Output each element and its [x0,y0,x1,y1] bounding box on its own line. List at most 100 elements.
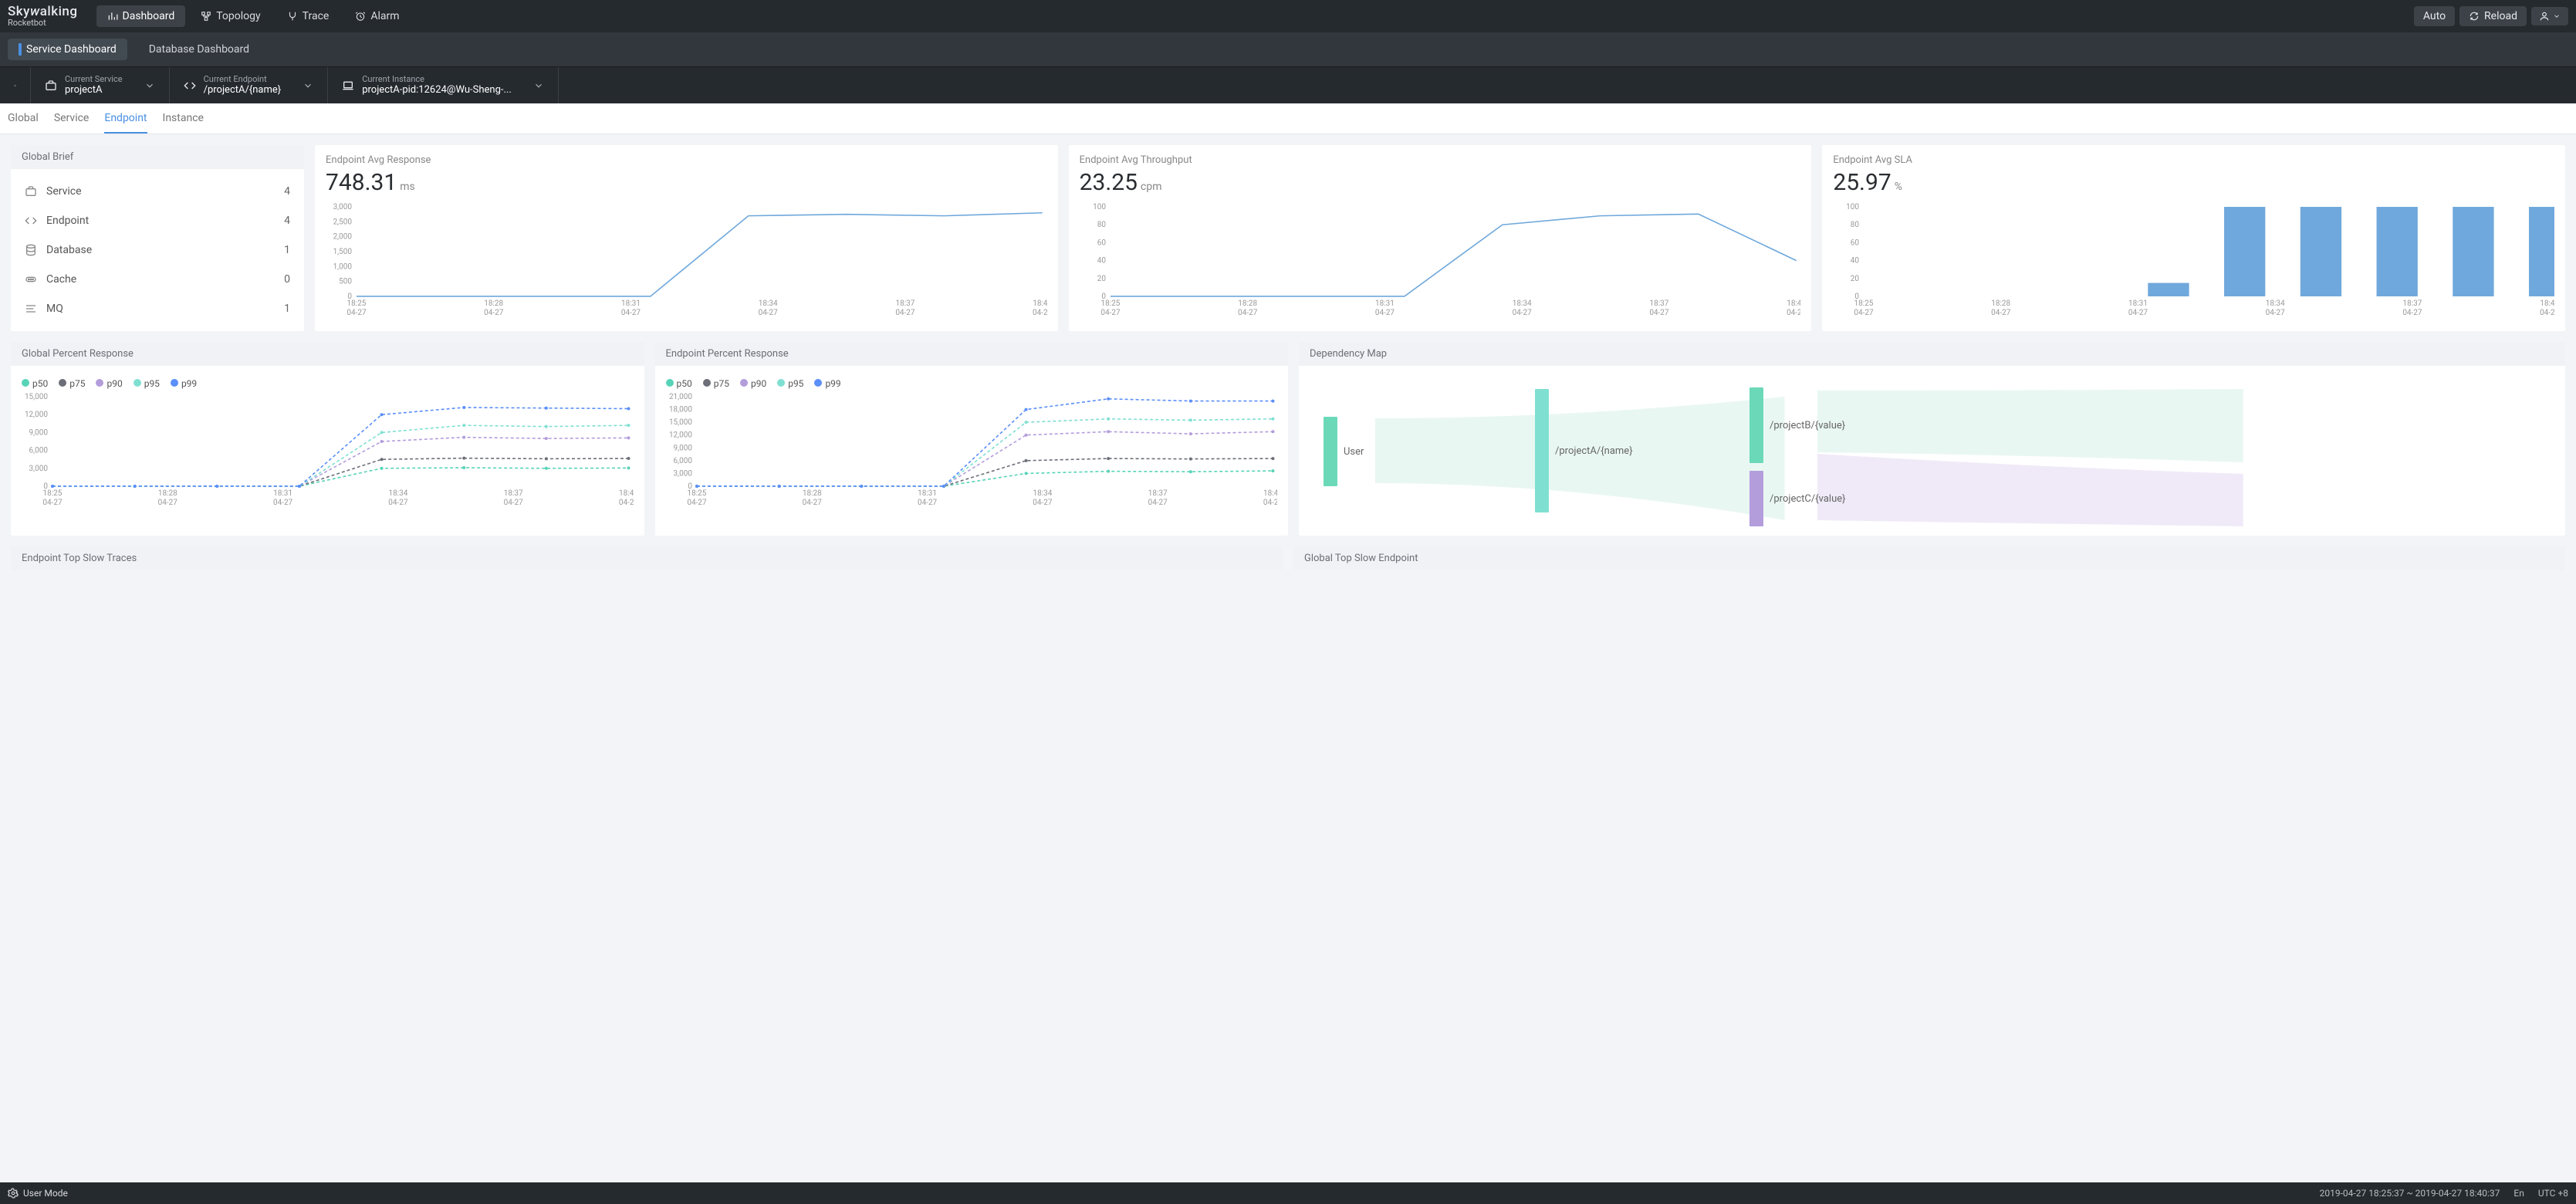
svg-text:18:34: 18:34 [759,299,778,308]
scope-tab-instance[interactable]: Instance [163,103,204,134]
nav-trace[interactable]: Trace [276,5,340,27]
footer-mode[interactable]: User Mode [23,1188,68,1199]
svg-text:500: 500 [339,278,352,286]
svg-text:18:34: 18:34 [1512,299,1531,308]
svg-text:15,000: 15,000 [25,393,48,401]
svg-text:18:40: 18:40 [1787,299,1800,308]
svg-text:04-27: 04-27 [1512,309,1532,317]
dep-node-projecta[interactable]: /projectA/{name} [1535,389,1633,512]
current-instance-selector[interactable]: Current Instance projectA-pid:12624@Wu-S… [328,67,559,103]
card-avg-response: Endpoint Avg Response 748.31 ms 05001,00… [315,145,1058,331]
brief-row-endpoint: Endpoint 4 [22,206,293,235]
svg-text:18:31: 18:31 [918,489,937,498]
scope-tab-endpoint[interactable]: Endpoint [104,103,147,134]
current-service-selector[interactable]: Current Service projectA [31,67,170,103]
laptop-icon [342,79,354,92]
card-top-slow-traces: Endpoint Top Slow Traces [11,546,1283,570]
svg-text:04-27: 04-27 [1033,499,1053,507]
svg-text:18:28: 18:28 [158,489,177,498]
bar-chart-icon [107,11,118,22]
svg-text:18:37: 18:37 [504,489,523,498]
tab-service-dashboard[interactable]: Service Dashboard [8,39,127,60]
card-endpoint-percent-response: Endpoint Percent Response p50p75p90p95p9… [655,342,1289,536]
svg-text:21,000: 21,000 [668,393,691,401]
metric-value: 23.25 cpm [1080,169,1801,196]
nav-topology[interactable]: Topology [190,5,271,27]
svg-text:18:31: 18:31 [1375,299,1394,308]
svg-text:18:31: 18:31 [621,299,641,308]
mq-icon [25,303,37,315]
nav-dashboard[interactable]: Dashboard [96,5,186,27]
footer-timezone[interactable]: UTC +8 [2538,1188,2568,1199]
svg-text:04-27: 04-27 [1649,309,1669,317]
auto-toggle[interactable]: Auto [2414,6,2455,26]
svg-text:04-27: 04-27 [619,499,634,507]
legend: p50p75p90p95p99 [22,374,634,392]
svg-text:1,000: 1,000 [333,262,353,271]
svg-text:9,000: 9,000 [673,444,692,452]
svg-text:04-27: 04-27 [1375,309,1395,317]
top-nav: Skywalking Rocketbot Dashboard Topology … [0,0,2576,32]
dep-node-projectb[interactable]: /projectB/{value} [1749,387,1845,463]
card-global-brief: Global Brief Service 4 Endpoint 4 Databa… [11,145,304,331]
suitcase-icon [45,79,57,92]
svg-text:2,000: 2,000 [333,233,353,242]
svg-text:04-27: 04-27 [1148,499,1168,507]
metric-value: 25.97 % [1833,169,2554,196]
refresh-button[interactable] [0,67,31,103]
user-icon [2539,11,2550,22]
svg-text:18:37: 18:37 [895,299,914,308]
current-endpoint-selector[interactable]: Current Endpoint /projectA/{name} [170,67,329,103]
svg-text:18:25: 18:25 [347,299,367,308]
reload-icon [2469,11,2480,22]
card-avg-throughput: Endpoint Avg Throughput 23.25 cpm 020406… [1069,145,1812,331]
svg-text:6,000: 6,000 [673,457,692,465]
svg-text:18:28: 18:28 [484,299,503,308]
active-indicator [19,43,22,56]
nav-alarm[interactable]: Alarm [344,5,410,27]
dep-node-projectc[interactable]: /projectC/{value} [1749,471,1846,526]
svg-text:3,000: 3,000 [29,465,49,473]
svg-text:04-27: 04-27 [1854,309,1875,317]
svg-text:60: 60 [1097,238,1106,247]
svg-text:9,000: 9,000 [29,428,49,437]
svg-text:18:31: 18:31 [273,489,292,498]
svg-text:12,000: 12,000 [668,431,691,440]
svg-text:04-27: 04-27 [621,309,641,317]
svg-text:40: 40 [1097,257,1106,265]
brief-row-database: Database 1 [22,235,293,265]
user-menu[interactable] [2531,7,2568,25]
card-top-slow-endpoint: Global Top Slow Endpoint [1293,546,2565,570]
scope-tab-service[interactable]: Service [54,103,90,134]
gear-icon[interactable] [8,1188,19,1199]
svg-text:80: 80 [1851,221,1860,229]
svg-text:3,000: 3,000 [333,203,353,211]
suitcase-icon [25,185,37,198]
cache-icon [25,273,37,286]
svg-text:04-27: 04-27 [1263,499,1277,507]
tab-database-dashboard[interactable]: Database Dashboard [138,39,260,60]
svg-text:15,000: 15,000 [668,418,691,427]
dep-node-user[interactable]: User [1323,417,1364,486]
database-icon [25,244,37,256]
footer-timerange[interactable]: 2019-04-27 18:25:37 ~ 2019-04-27 18:40:3… [2320,1188,2500,1199]
card-avg-sla: Endpoint Avg SLA 25.97 % 02040608010018:… [1822,145,2565,331]
brief-row-service: Service 4 [22,177,293,206]
svg-text:60: 60 [1851,238,1860,247]
svg-text:04-27: 04-27 [1033,309,1047,317]
brief-list: Service 4 Endpoint 4 Database 1 Cache 0 … [11,169,304,331]
brief-row-cache: Cache 0 [22,265,293,294]
svg-text:20: 20 [1851,275,1860,283]
footer-language[interactable]: En [2513,1188,2524,1199]
svg-text:04-27: 04-27 [2266,309,2286,317]
metric-value: 748.31 ms [326,169,1047,196]
scope-tab-global[interactable]: Global [8,103,39,134]
dashboard-tabs: Service Dashboard Database Dashboard [0,32,2576,66]
main-content: Global Brief Service 4 Endpoint 4 Databa… [0,134,2576,1182]
svg-text:04-27: 04-27 [388,499,408,507]
reload-button[interactable]: Reload [2459,6,2527,26]
svg-text:04-27: 04-27 [2128,309,2148,317]
refresh-icon [14,79,16,92]
svg-text:04-27: 04-27 [1787,309,1801,317]
svg-text:18:25: 18:25 [43,489,63,498]
